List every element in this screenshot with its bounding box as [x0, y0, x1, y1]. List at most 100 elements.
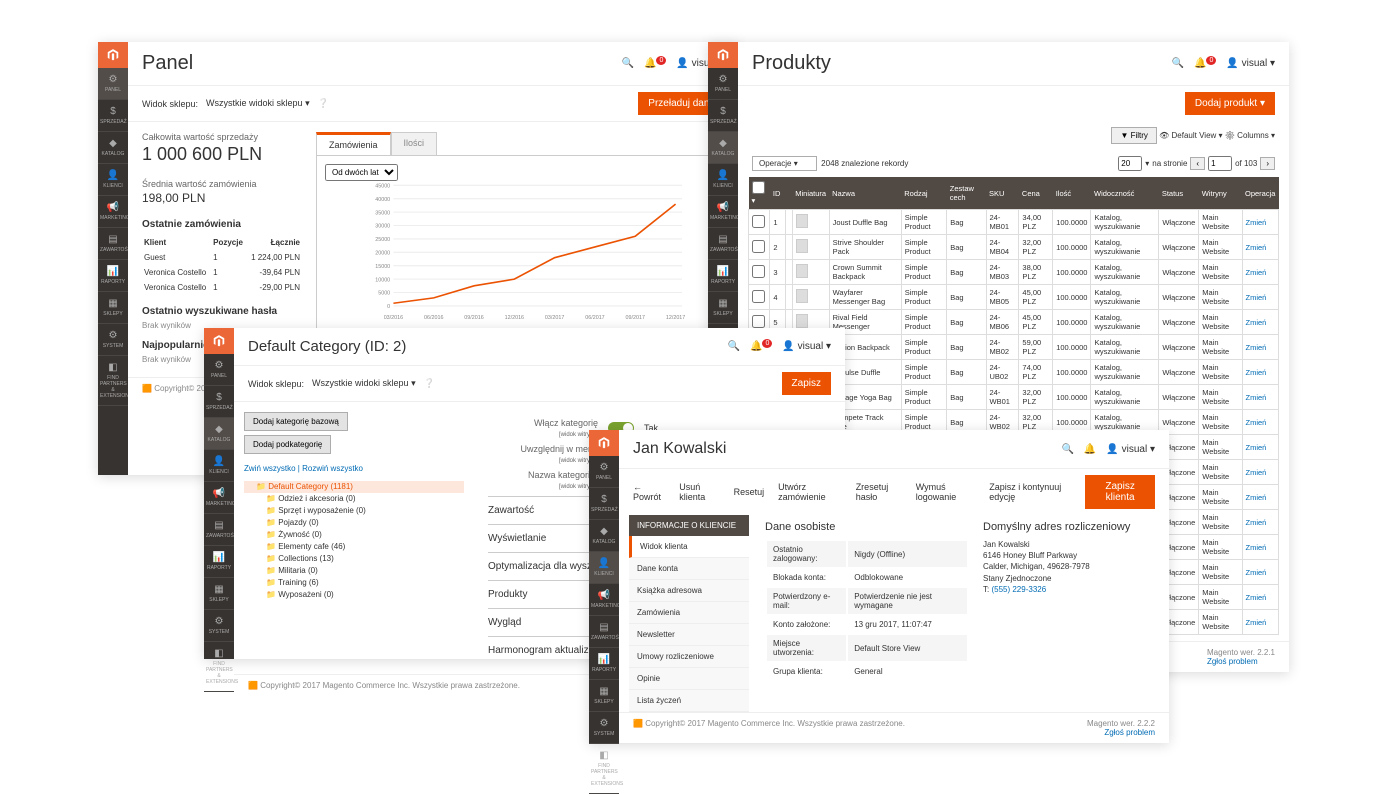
notification-icon[interactable]: 🔔0 — [1194, 58, 1216, 69]
edit-link[interactable]: Zmień — [1246, 293, 1267, 302]
columns-select[interactable]: ⚙ Columns ▾ — [1225, 131, 1275, 140]
help-icon[interactable]: ❔ — [318, 98, 329, 109]
sidebar-item-find-partners-extensions[interactable]: ◧FIND PARTNERS & EXTENSIONS — [204, 642, 234, 692]
customer-nav-widok-klienta[interactable]: Widok klienta — [629, 536, 749, 558]
customer-nav-dane-konta[interactable]: Dane konta — [629, 558, 749, 580]
sidebar-item-klienci[interactable]: 👤KLIENCI — [98, 164, 128, 196]
sidebar-item-zawarto-[interactable]: ▤ZAWARTOŚĆ — [204, 514, 234, 546]
edit-link[interactable]: Zmień — [1246, 243, 1267, 252]
report-link[interactable]: Zgłoś problem — [1104, 728, 1155, 737]
customer-nav-lista-życzeń[interactable]: Lista życzeń — [629, 690, 749, 712]
edit-link[interactable]: Zmień — [1246, 218, 1267, 227]
page-input[interactable] — [1208, 156, 1232, 171]
tree-node[interactable]: Default Category (1181) — [244, 481, 464, 493]
sidebar-item-sklepy[interactable]: ▦SKLEPY — [204, 578, 234, 610]
table-row[interactable]: 4Wayfarer Messenger BagSimple ProductBag… — [749, 285, 1279, 310]
edit-link[interactable]: Zmień — [1246, 518, 1267, 527]
notification-icon[interactable]: 🔔0 — [644, 58, 666, 69]
sidebar-item-klienci[interactable]: 👤KLIENCI — [204, 450, 234, 482]
sidebar-item-katalog[interactable]: ◆KATALOG — [708, 132, 738, 164]
user-menu[interactable]: 👤 visual ▾ — [782, 341, 831, 352]
edit-link[interactable]: Zmień — [1246, 443, 1267, 452]
sidebar-item-sklepy[interactable]: ▦SKLEPY — [589, 680, 619, 712]
tree-node[interactable]: Sprzęt i wyposażenie (0) — [244, 505, 464, 517]
save-customer-button[interactable]: Zapisz klienta — [1085, 475, 1155, 509]
help-icon[interactable]: ❔ — [424, 378, 435, 389]
filters-button[interactable]: ▼ Filtry — [1111, 127, 1156, 144]
sidebar-item-find-partners-extensions[interactable]: ◧FIND PARTNERS & EXTENSIONS — [589, 744, 619, 794]
sidebar-item-panel[interactable]: ⚙PANEL — [708, 68, 738, 100]
sidebar-item-sprzeda-[interactable]: $SPRZEDAŻ — [708, 100, 738, 132]
sidebar-item-marketing[interactable]: 📢MARKETING — [708, 196, 738, 228]
sidebar-item-sklepy[interactable]: ▦SKLEPY — [708, 292, 738, 324]
action-resetuj[interactable]: Resetuj — [734, 487, 765, 497]
sidebar-item-raporty[interactable]: 📊RAPORTY — [98, 260, 128, 292]
add-sub-button[interactable]: Dodaj podkategorię — [244, 435, 331, 454]
edit-link[interactable]: Zmień — [1246, 468, 1267, 477]
report-link[interactable]: Zgłoś problem — [1207, 657, 1258, 666]
search-icon[interactable]: 🔍 — [1061, 444, 1073, 455]
sidebar-item-marketing[interactable]: 📢MARKETING — [589, 584, 619, 616]
notification-icon[interactable]: 🔔0 — [750, 341, 772, 352]
tree-node[interactable]: Collections (13) — [244, 553, 464, 565]
store-scope-select[interactable]: Wszystkie widoki sklepu ▾ — [206, 98, 310, 109]
action-zresetuj-hasło[interactable]: Zresetuj hasło — [856, 482, 902, 502]
edit-link[interactable]: Zmień — [1246, 493, 1267, 502]
sidebar-item-katalog[interactable]: ◆KATALOG — [98, 132, 128, 164]
add-root-button[interactable]: Dodaj kategorię bazową — [244, 412, 348, 431]
table-row[interactable]: 2Strive Shoulder PackSimple ProductBag24… — [749, 235, 1279, 260]
sidebar-item-sprzeda-[interactable]: $SPRZEDAŻ — [98, 100, 128, 132]
action-wymuś-logowanie[interactable]: Wymuś logowanie — [916, 482, 975, 502]
tree-node[interactable]: Odzież i akcesoria (0) — [244, 493, 464, 505]
tree-node[interactable]: Elementy cafe (46) — [244, 541, 464, 553]
tree-toggle[interactable]: Zwiń wszystko | Rozwiń wszystko — [244, 464, 464, 473]
save-button[interactable]: Zapisz — [782, 372, 831, 395]
tree-node[interactable]: Militaria (0) — [244, 565, 464, 577]
tab-orders[interactable]: Zamówienia — [316, 132, 391, 155]
user-menu[interactable]: 👤 visual ▾ — [1106, 444, 1155, 455]
sidebar-item-klienci[interactable]: 👤KLIENCI — [589, 552, 619, 584]
add-product-button[interactable]: Dodaj produkt ▾ — [1185, 92, 1275, 115]
sidebar-item-sprzeda-[interactable]: $SPRZEDAŻ — [589, 488, 619, 520]
per-page-input[interactable] — [1118, 156, 1142, 171]
sidebar-item-system[interactable]: ⚙SYSTEM — [98, 324, 128, 356]
edit-link[interactable]: Zmień — [1246, 568, 1267, 577]
tree-node[interactable]: Żywność (0) — [244, 529, 464, 541]
edit-link[interactable]: Zmień — [1246, 343, 1267, 352]
tab-sums[interactable]: Ilości — [391, 132, 438, 155]
tree-node[interactable]: Wyposażeni (0) — [244, 589, 464, 601]
sidebar-item-raporty[interactable]: 📊RAPORTY — [589, 648, 619, 680]
tree-node[interactable]: Pojazdy (0) — [244, 517, 464, 529]
sidebar-item-klienci[interactable]: 👤KLIENCI — [708, 164, 738, 196]
edit-link[interactable]: Zmień — [1246, 418, 1267, 427]
edit-link[interactable]: Zmień — [1246, 368, 1267, 377]
edit-link[interactable]: Zmień — [1246, 593, 1267, 602]
range-select[interactable]: Od dwóch lat — [325, 164, 398, 181]
sidebar-item-marketing[interactable]: 📢MARKETING — [204, 482, 234, 514]
store-scope-select[interactable]: Wszystkie widoki sklepu ▾ — [312, 378, 416, 389]
search-icon[interactable]: 🔍 — [728, 341, 740, 352]
action--powrót[interactable]: ← Powrót — [633, 482, 665, 502]
edit-link[interactable]: Zmień — [1246, 618, 1267, 627]
sidebar-item-katalog[interactable]: ◆KATALOG — [204, 418, 234, 450]
bulk-select[interactable]: Operacje ▾ — [752, 156, 817, 171]
sidebar-item-system[interactable]: ⚙SYSTEM — [204, 610, 234, 642]
sidebar-item-zawarto-[interactable]: ▤ZAWARTOŚĆ — [708, 228, 738, 260]
search-icon[interactable]: 🔍 — [1172, 58, 1184, 69]
action-utwórz-zamówienie[interactable]: Utwórz zamówienie — [778, 482, 842, 502]
search-icon[interactable]: 🔍 — [622, 58, 634, 69]
sidebar-item-marketing[interactable]: 📢MARKETING — [98, 196, 128, 228]
table-row[interactable]: 3Crown Summit BackpackSimple ProductBag2… — [749, 260, 1279, 285]
prev-page-button[interactable]: ‹ — [1190, 157, 1205, 170]
sidebar-item-raporty[interactable]: 📊RAPORTY — [708, 260, 738, 292]
customer-nav-opinie[interactable]: Opinie — [629, 668, 749, 690]
sidebar-item-panel[interactable]: ⚙PANEL — [204, 354, 234, 386]
customer-nav-newsletter[interactable]: Newsletter — [629, 624, 749, 646]
user-menu[interactable]: 👤 visual ▾ — [1226, 58, 1275, 69]
sidebar-item-raporty[interactable]: 📊RAPORTY — [204, 546, 234, 578]
customer-nav-książka-adresowa[interactable]: Książka adresowa — [629, 580, 749, 602]
sidebar-item-panel[interactable]: ⚙PANEL — [589, 456, 619, 488]
action-usuń-klienta[interactable]: Usuń klienta — [679, 482, 719, 502]
edit-link[interactable]: Zmień — [1246, 268, 1267, 277]
notification-icon[interactable]: 🔔 — [1084, 444, 1096, 455]
